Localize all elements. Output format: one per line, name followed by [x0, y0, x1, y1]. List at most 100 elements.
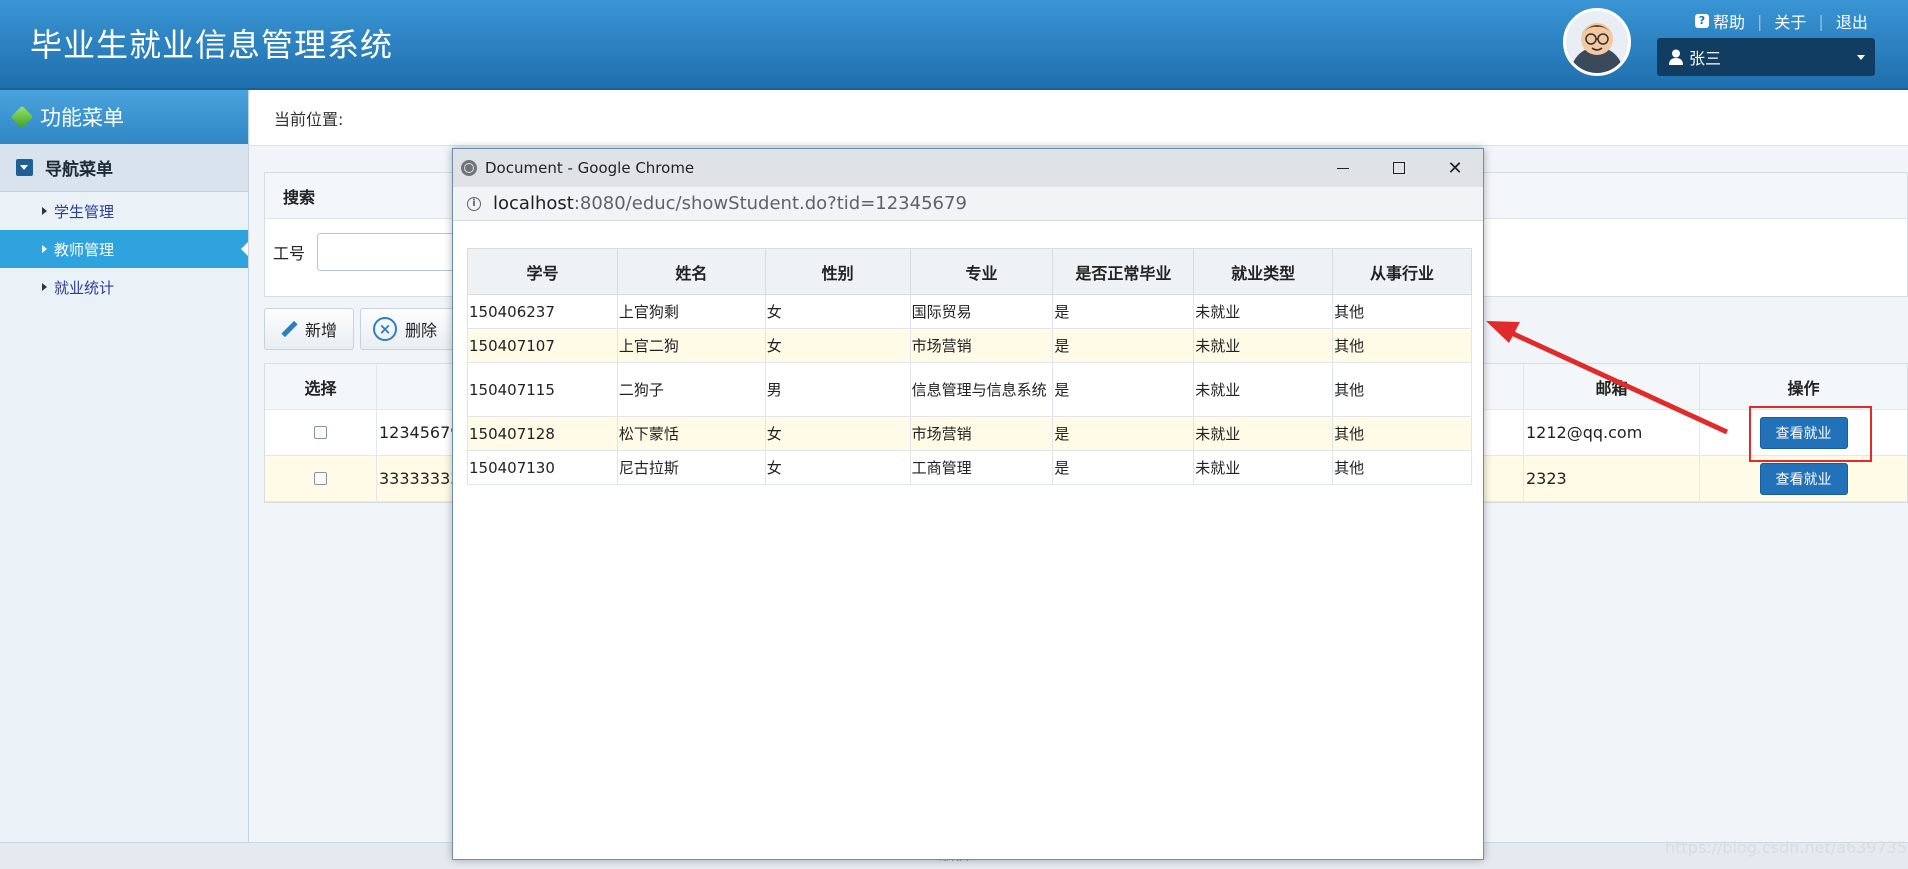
globe-icon: [461, 160, 477, 176]
teacher-id-input[interactable]: [317, 233, 468, 271]
column-header: 专业: [909, 248, 1054, 295]
table-cell: 上官二狗: [616, 328, 766, 363]
table-cell: 其他: [1332, 362, 1472, 417]
sidebar-item-label: 学生管理: [54, 202, 115, 221]
user-avatar[interactable]: [1563, 8, 1631, 76]
table-cell: 是: [1052, 362, 1195, 417]
sidebar-item-teachers[interactable]: 教师管理: [0, 230, 248, 268]
mail-cell: 1212@qq.com: [1524, 410, 1700, 455]
logout-link[interactable]: 退出: [1836, 9, 1868, 33]
app-title: 毕业生就业信息管理系统: [30, 26, 394, 64]
table-cell: 其他: [1332, 416, 1472, 451]
divider: |: [1818, 11, 1824, 31]
maximize-button[interactable]: [1371, 149, 1427, 187]
divider: |: [1757, 11, 1763, 31]
top-links: ? 帮助 | 关于 | 退出: [1695, 9, 1868, 33]
url-host: localhost: [493, 193, 574, 214]
table-cell: 未就业: [1193, 362, 1334, 417]
table-cell: 市场营销: [909, 328, 1054, 363]
info-icon[interactable]: i: [467, 196, 481, 211]
table-row: 150406237 上官狗剩 女 国际贸易 是 未就业 其他: [467, 294, 1472, 329]
user-icon: [1669, 49, 1683, 65]
table-cell: 女: [764, 294, 911, 329]
minimize-button[interactable]: [1315, 149, 1371, 187]
address-bar[interactable]: i localhost:8080/educ/showStudent.do?tid…: [453, 187, 1483, 221]
table-cell: 松下蒙恬: [616, 416, 766, 451]
table-cell: 150406237: [467, 294, 618, 329]
help-label: 帮助: [1713, 13, 1746, 32]
add-button-label: 新增: [305, 321, 338, 340]
url-text: localhost:8080/educ/showStudent.do?tid=1…: [493, 193, 967, 214]
triangle-right-icon: [42, 207, 47, 215]
breadcrumb: 当前位置:: [250, 90, 1908, 146]
table-cell: 未就业: [1193, 294, 1334, 329]
window-controls: ✕: [1315, 149, 1483, 187]
table-cell: 是: [1052, 416, 1195, 451]
sidebar-title: 功能菜单: [40, 106, 124, 130]
close-button[interactable]: ✕: [1427, 149, 1483, 187]
delete-button[interactable]: × 删除: [360, 308, 455, 350]
minimize-icon: [1337, 167, 1349, 169]
table-cell: 女: [764, 416, 911, 451]
column-header-mail: 邮箱: [1524, 364, 1700, 409]
table-cell: 150407115: [467, 362, 618, 417]
triangle-right-icon: [42, 245, 47, 253]
url-path: :8080/educ/showStudent.do?tid=12345679: [573, 193, 967, 214]
table-cell: 是: [1052, 328, 1195, 363]
table-cell: 150407128: [467, 416, 618, 451]
table-cell: 其他: [1332, 328, 1472, 363]
collapse-icon: [16, 159, 33, 176]
nav-section-title: 导航菜单: [45, 160, 113, 180]
table-cell: 上官狗剩: [616, 294, 766, 329]
about-link[interactable]: 关于: [1774, 9, 1806, 33]
add-button[interactable]: 新增: [264, 308, 355, 350]
student-table: 学号 姓名 性别 专业 是否正常毕业 就业类型 从事行业 150406237 上…: [467, 248, 1472, 485]
sidebar-item-statistics[interactable]: 就业统计: [0, 268, 248, 306]
table-cell: 是: [1052, 450, 1195, 485]
column-header: 从事行业: [1332, 248, 1472, 295]
app-header: 毕业生就业信息管理系统 ? 帮助 | 关于 | 退出 张三: [0, 0, 1908, 90]
help-link[interactable]: ? 帮助: [1695, 9, 1745, 33]
row-checkbox-cell: [265, 456, 377, 501]
table-cell: 二狗子: [616, 362, 766, 417]
table-header-row: 学号 姓名 性别 专业 是否正常毕业 就业类型 从事行业: [467, 248, 1472, 295]
table-cell: 150407107: [467, 328, 618, 363]
row-checkbox[interactable]: [314, 472, 327, 485]
popup-titlebar[interactable]: Document - Google Chrome ✕: [453, 149, 1483, 187]
column-header: 是否正常毕业: [1052, 248, 1195, 295]
window-title: Document - Google Chrome: [485, 159, 695, 177]
row-checkbox-cell: [265, 410, 377, 455]
nav-section-header[interactable]: 导航菜单: [0, 144, 248, 192]
table-cell: 未就业: [1193, 450, 1334, 485]
cube-icon: [10, 105, 34, 129]
triangle-right-icon: [42, 283, 47, 291]
column-header-action: 操作: [1787, 378, 1820, 398]
toolbar: 新增 × 删除: [264, 308, 455, 350]
table-cell: 国际贸易: [909, 294, 1054, 329]
sidebar: 功能菜单 导航菜单 学生管理 教师管理 就业统计: [0, 90, 249, 869]
sidebar-item-label: 就业统计: [54, 278, 115, 297]
action-cell: 查看就业: [1700, 456, 1907, 501]
table-cell: 市场营销: [909, 416, 1054, 451]
table-cell: 尼古拉斯: [616, 450, 766, 485]
close-icon: ✕: [1447, 157, 1463, 179]
column-header: 姓名: [616, 248, 766, 295]
mail-cell: 2323: [1524, 456, 1700, 501]
column-header: 学号: [467, 248, 618, 295]
table-row: 150407130 尼古拉斯 女 工商管理 是 未就业 其他: [467, 450, 1472, 485]
table-cell: 女: [764, 328, 911, 363]
table-cell: 150407130: [467, 450, 618, 485]
delete-button-label: 删除: [405, 321, 438, 340]
sidebar-item-students[interactable]: 学生管理: [0, 192, 248, 230]
user-dropdown[interactable]: 张三: [1657, 38, 1875, 76]
view-employment-button[interactable]: 查看就业: [1759, 462, 1848, 495]
row-checkbox[interactable]: [314, 426, 327, 439]
table-cell: 女: [764, 450, 911, 485]
column-header: 性别: [764, 248, 911, 295]
table-cell: 其他: [1332, 450, 1472, 485]
table-row: 150407128 松下蒙恬 女 市场营销 是 未就业 其他: [467, 416, 1472, 451]
table-cell: 是: [1052, 294, 1195, 329]
table-cell: 信息管理与信息系统: [909, 362, 1054, 417]
column-header-select: 选择: [265, 364, 377, 409]
user-name: 张三: [1689, 49, 1722, 68]
